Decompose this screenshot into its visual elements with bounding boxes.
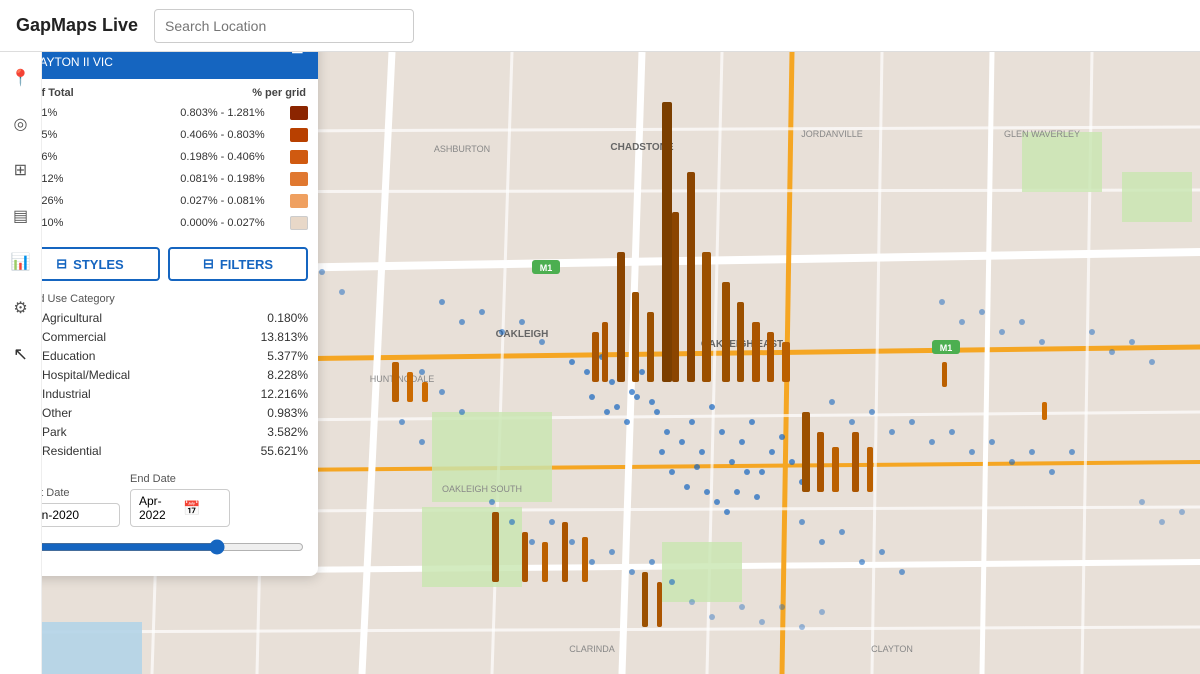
panel: Where from - 50m CLAYTON II VIC ⊞ % of T… [10,28,318,576]
land-use-industrial-pct: 12.216% [258,387,308,401]
land-use-residential-label: Residential [42,444,250,458]
buttons-row: ⊟ STYLES ⊟ FILTERS [10,239,318,289]
end-date-field[interactable]: Apr-2022 📅 [130,489,230,527]
legend-header: % of Total % per grid [20,87,308,99]
svg-text:M1: M1 [540,263,553,273]
legend-swatch-4 [290,172,308,186]
app-title: GapMaps Live [16,15,138,36]
location-dot-icon[interactable]: ◎ [7,110,35,138]
svg-text:M1: M1 [940,343,953,353]
legend-row-3: 9.726% 0.198% - 0.406% [20,147,308,167]
legend-swatch-3 [290,150,308,164]
land-use-education-pct: 5.377% [258,349,308,363]
svg-text:JORDANVILLE: JORDANVILLE [801,129,863,139]
land-use-commercial-pct: 13.813% [258,330,308,344]
land-use-commercial[interactable]: Commercial 13.813% [20,330,308,344]
legend-swatch-2 [290,128,308,142]
end-date-calendar-icon: 📅 [183,500,221,517]
chart-icon[interactable]: 📊 [7,248,35,276]
legend-row-2: 4.845% 0.406% - 0.803% [20,125,308,145]
styles-label: STYLES [73,257,124,272]
land-use-education[interactable]: Education 5.377% [20,349,308,363]
land-use-hospital[interactable]: Hospital/Medical 8.228% [20,368,308,382]
end-date-group: End Date Apr-2022 📅 [130,473,230,527]
land-use-agricultural-pct: 0.180% [258,311,308,325]
legend-swatch-5 [290,194,308,208]
slider-section [10,531,318,564]
legend-swatch-6 [290,216,308,230]
legend-swatch-1 [290,106,308,120]
legend-row-4: 12.712% 0.081% - 0.198% [20,169,308,189]
cursor-icon: ↖ [7,340,35,368]
legend-row-5: 19.226% 0.027% - 0.081% [20,191,308,211]
land-use-label: Land Use Category [20,293,308,305]
land-use-other[interactable]: Other 0.983% [20,406,308,420]
time-slider[interactable] [24,539,304,555]
filters-button[interactable]: ⊟ FILTERS [168,247,308,281]
land-use-hospital-label: Hospital/Medical [42,368,250,382]
svg-text:GLEN WAVERLEY: GLEN WAVERLEY [1004,129,1080,139]
land-use-park-label: Park [42,425,250,439]
tool-icon[interactable]: ⚙ [7,294,35,322]
land-use-industrial-label: Industrial [42,387,250,401]
land-use-section: Land Use Category Agricultural 0.180% Co… [10,289,318,458]
land-use-hospital-pct: 8.228% [258,368,308,382]
legend-col2-header: % per grid [252,87,306,99]
location-pin-icon[interactable]: 📍 [7,64,35,92]
search-input[interactable] [154,9,414,43]
filters-icon: ⊟ [203,256,214,272]
land-use-industrial[interactable]: Industrial 12.216% [20,387,308,401]
svg-text:OAKLEIGH SOUTH: OAKLEIGH SOUTH [442,484,522,494]
land-use-education-label: Education [42,349,250,363]
land-use-other-label: Other [42,406,250,420]
svg-text:CLARINDA: CLARINDA [569,644,615,654]
end-date-label: End Date [130,473,230,485]
svg-text:ASHBURTON: ASHBURTON [434,144,490,154]
land-use-commercial-label: Commercial [42,330,250,344]
land-use-other-pct: 0.983% [258,406,308,420]
land-use-residential-pct: 55.621% [258,444,308,458]
header: GapMaps Live [0,0,1200,52]
sidebar-icons: 📍 ◎ ⊞ ▤ 📊 ⚙ ↖ [0,52,42,674]
svg-text:CLAYTON: CLAYTON [871,644,913,654]
filters-label: FILTERS [220,257,273,272]
land-use-agricultural[interactable]: Agricultural 0.180% [20,311,308,325]
styles-icon: ⊟ [56,256,67,272]
land-use-park[interactable]: Park 3.582% [20,425,308,439]
layers-icon[interactable]: ▤ [7,202,35,230]
land-use-residential[interactable]: Residential 55.621% [20,444,308,458]
land-use-agricultural-label: Agricultural [42,311,250,325]
legend-section: % of Total % per grid 1.281% 0.803% - 1.… [10,79,318,239]
legend-row-1: 1.281% 0.803% - 1.281% [20,103,308,123]
legend-row-6: 52.210% 0.000% - 0.027% [20,213,308,233]
land-use-park-pct: 3.582% [258,425,308,439]
end-date-value: Apr-2022 [139,494,177,522]
grid-view-icon[interactable]: ⊞ [7,156,35,184]
date-section: Start Date Jan-2020 End Date Apr-2022 📅 [10,463,318,531]
